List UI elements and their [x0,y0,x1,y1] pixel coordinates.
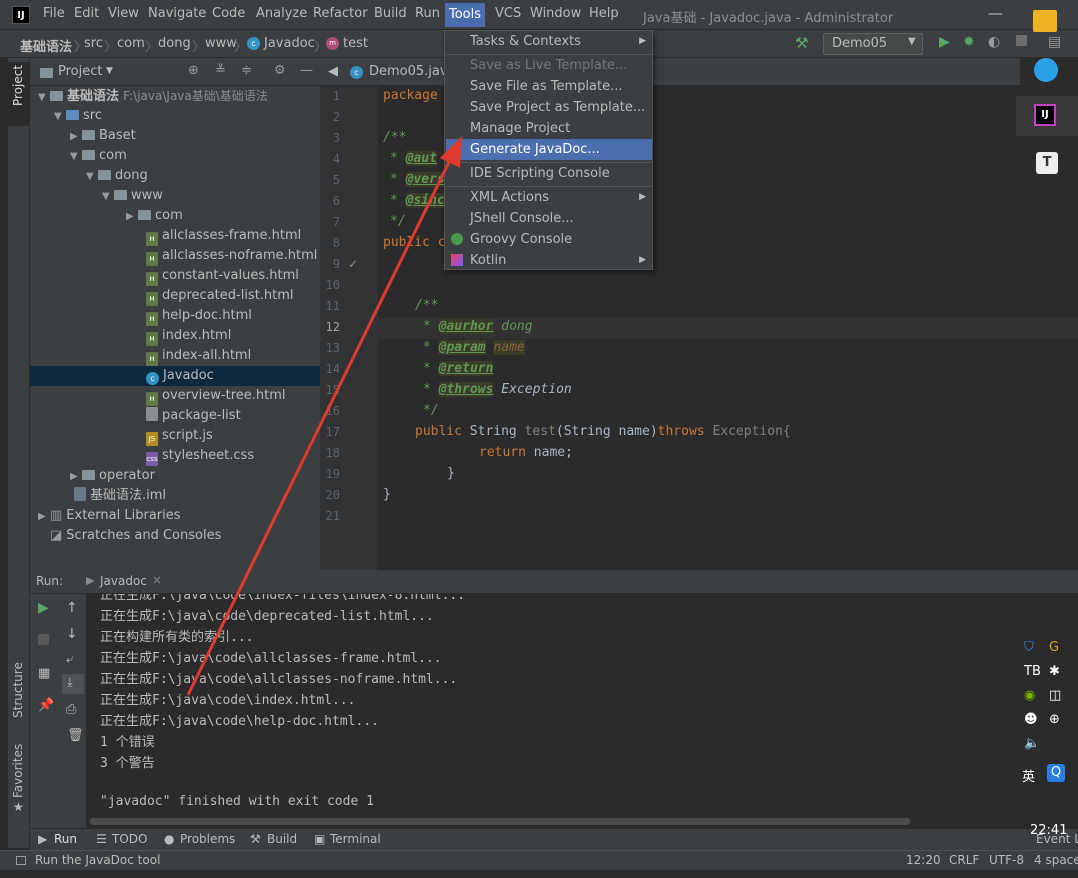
annotation-arrow [186,136,462,696]
arrow-head [440,136,462,168]
arrow-line [186,149,457,696]
